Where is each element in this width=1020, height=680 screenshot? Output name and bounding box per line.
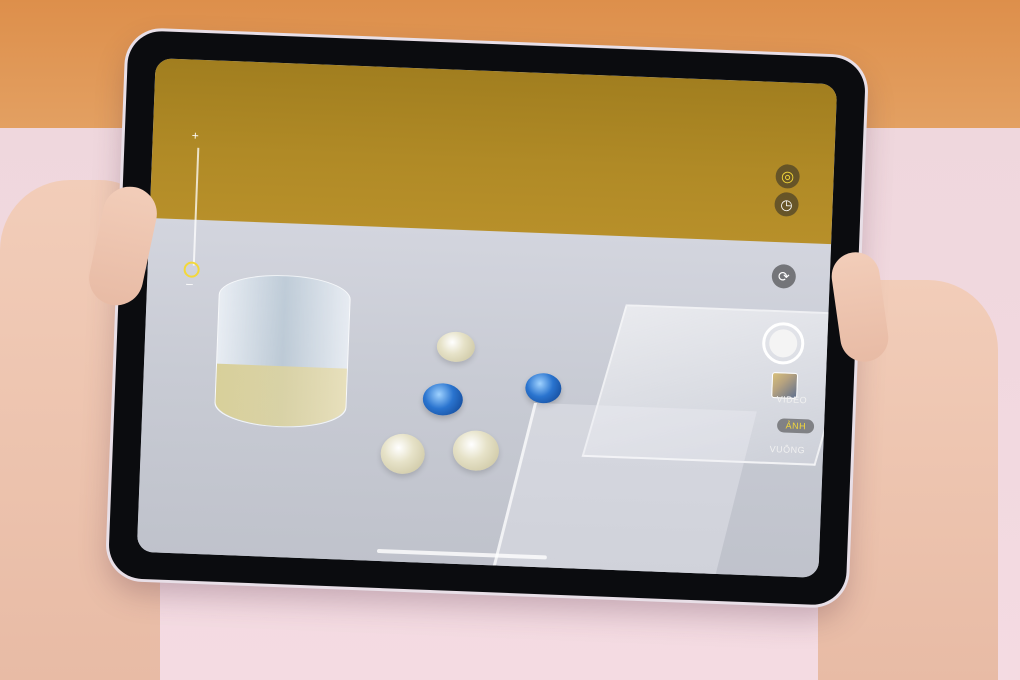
timer-button[interactable]: ◷ bbox=[774, 191, 800, 217]
flip-camera-button[interactable]: ⟳ bbox=[771, 263, 797, 289]
camera-viewfinder[interactable]: + – ◎ ◷ ⟳ VIDEO ẢNH VUÔNG bbox=[136, 58, 838, 578]
glass-cylinder bbox=[213, 272, 352, 430]
mode-photo[interactable]: ẢNH bbox=[777, 418, 815, 434]
zoom-plus-label: + bbox=[191, 128, 200, 143]
mode-square[interactable]: VUÔNG bbox=[769, 444, 805, 455]
shutter-inner bbox=[768, 328, 798, 358]
zoom-minus-label: – bbox=[185, 276, 194, 291]
camera-controls-panel: ◎ ◷ ⟳ VIDEO ẢNH VUÔNG bbox=[728, 81, 837, 578]
mode-video[interactable]: VIDEO bbox=[776, 394, 807, 405]
timer-icon: ◷ bbox=[780, 195, 794, 213]
camera-flip-icon: ⟳ bbox=[777, 267, 790, 285]
zoom-track bbox=[192, 147, 200, 266]
tablet-device: + – ◎ ◷ ⟳ VIDEO ẢNH VUÔNG bbox=[107, 30, 867, 606]
shutter-button[interactable] bbox=[761, 321, 806, 366]
live-photo-icon: ◎ bbox=[780, 168, 795, 186]
scene-background-wall bbox=[149, 58, 838, 250]
live-photo-button[interactable]: ◎ bbox=[775, 163, 801, 189]
